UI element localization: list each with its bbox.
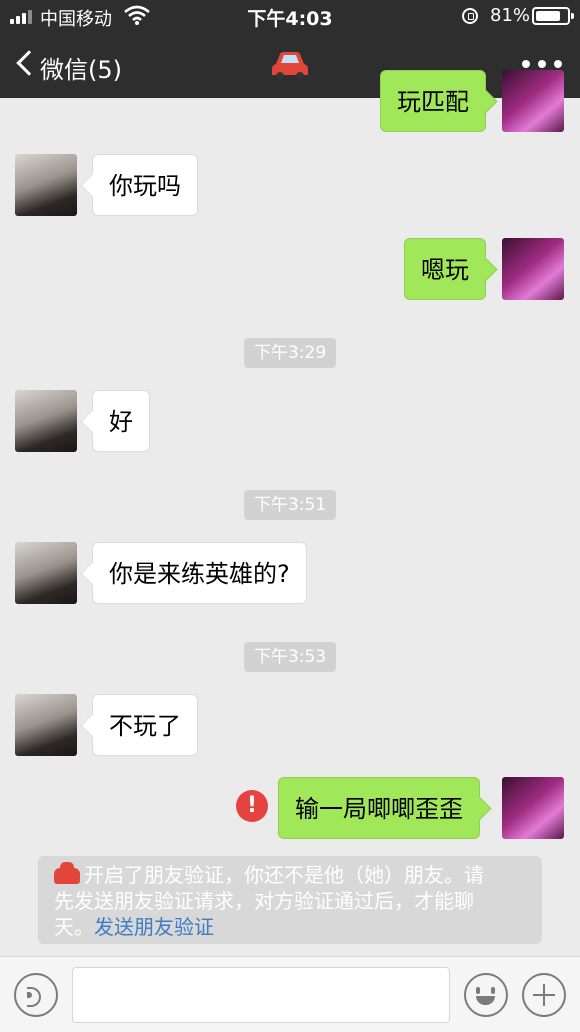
car-emoji-icon	[54, 862, 80, 884]
emoji-icon[interactable]	[464, 973, 508, 1017]
send-verification-link[interactable]: 发送朋友验证	[94, 915, 214, 939]
avatar-contact[interactable]	[15, 390, 77, 452]
status-bar: 中国移动 下午4:03 81%	[0, 0, 580, 32]
message-input[interactable]	[72, 967, 450, 1023]
battery-icon	[532, 7, 574, 25]
chevron-left-icon	[16, 50, 42, 76]
avatar-contact[interactable]	[15, 542, 77, 604]
message-bubble-received[interactable]: 好	[92, 390, 150, 452]
friend-verification-notice: 开启了朋友验证，你还不是他（她）朋友。请 先发送朋友验证请求，对方验证通过后，才…	[38, 856, 542, 944]
message-bubble-sent[interactable]: 玩匹配	[380, 70, 486, 132]
avatar-contact[interactable]	[15, 154, 77, 216]
back-label: 微信(5)	[40, 56, 122, 84]
avatar-self[interactable]	[502, 777, 564, 839]
message-bubble-received[interactable]: 不玩了	[92, 694, 198, 756]
message-bubble-sent[interactable]: 输一局唧唧歪歪	[278, 777, 480, 839]
nav-bar: 微信(5)	[0, 32, 580, 98]
timestamp: 下午3:53	[244, 642, 337, 672]
voice-icon[interactable]	[14, 973, 58, 1017]
battery-percent: 81%	[490, 5, 531, 26]
avatar-self[interactable]	[502, 238, 564, 300]
notice-text-line2: 先发送朋友验证请求，对方验证通过后，才能聊	[54, 889, 474, 913]
send-failed-icon[interactable]: !	[236, 790, 268, 822]
plus-icon[interactable]	[522, 973, 566, 1017]
top-bar: 中国移动 下午4:03 81% 微信(5)	[0, 0, 580, 98]
notice-text-line1: 开启了朋友验证，你还不是他（她）朋友。请	[84, 863, 484, 887]
timestamp: 下午3:29	[244, 338, 337, 368]
message-bubble-received[interactable]: 你是来练英雄的?	[92, 542, 307, 604]
avatar-self[interactable]	[502, 70, 564, 132]
timestamp: 下午3:51	[244, 490, 337, 520]
message-bubble-sent[interactable]: 嗯玩	[404, 238, 486, 300]
notice-text-line3: 天。	[54, 915, 94, 939]
back-button[interactable]: 微信(5)	[14, 48, 134, 84]
car-emoji-icon	[272, 52, 308, 80]
input-bar	[0, 956, 580, 1032]
battery-level	[536, 11, 560, 21]
avatar-contact[interactable]	[15, 694, 77, 756]
orientation-lock-icon	[462, 8, 478, 24]
message-bubble-received[interactable]: 你玩吗	[92, 154, 198, 216]
